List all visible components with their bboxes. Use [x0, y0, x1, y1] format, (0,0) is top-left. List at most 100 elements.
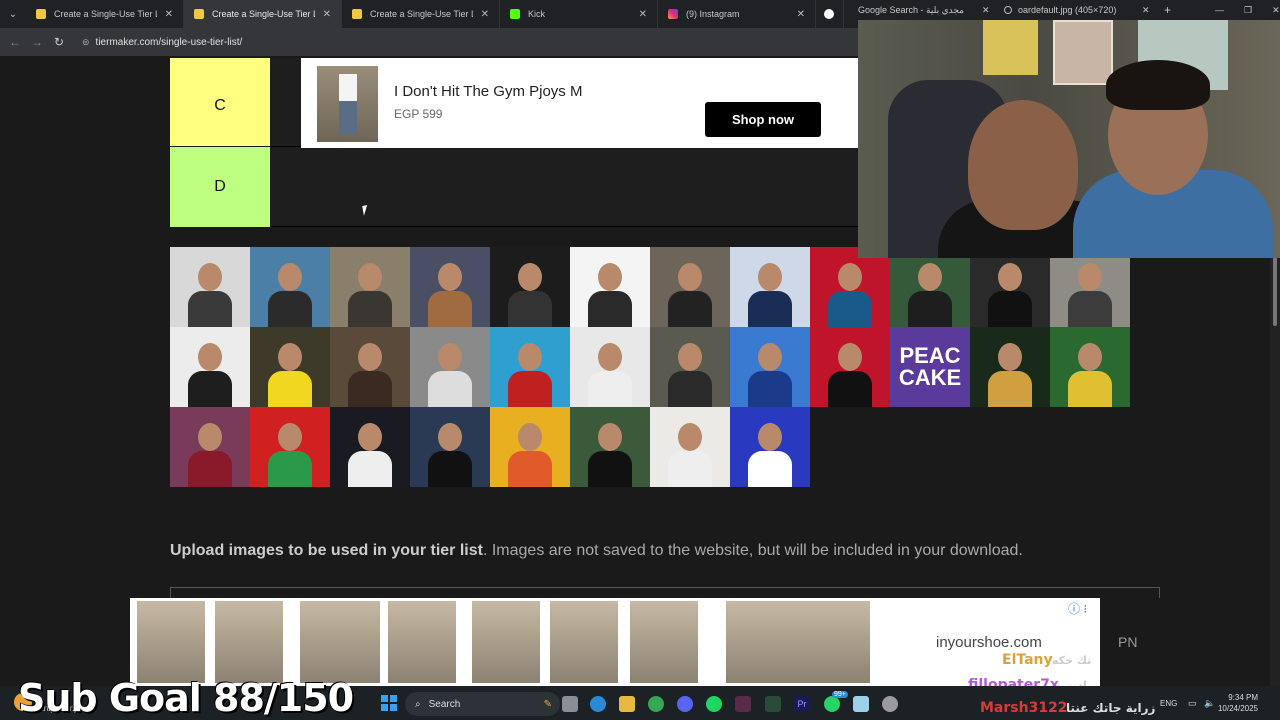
- close-tab-icon[interactable]: ✕: [1142, 5, 1154, 16]
- tab-instagram[interactable]: (9) Instagram ✕: [658, 0, 816, 28]
- draggable-image-tile[interactable]: [650, 247, 730, 327]
- draggable-image-tile[interactable]: [730, 247, 810, 327]
- app-icon[interactable]: [765, 696, 781, 712]
- file-explorer-icon[interactable]: [619, 696, 635, 712]
- draggable-image-tile[interactable]: [730, 327, 810, 407]
- new-tab-icon[interactable]: +: [1164, 3, 1171, 17]
- draggable-image-tile[interactable]: [570, 327, 650, 407]
- tab-image[interactable]: oardefault.jpg (405×720): [1018, 5, 1142, 15]
- task-view-icon[interactable]: [562, 696, 578, 712]
- tile-person-head: [598, 423, 622, 451]
- url-field[interactable]: ⊜ tiermaker.com/single-use-tier-list/: [82, 31, 242, 53]
- draggable-image-tile[interactable]: [490, 247, 570, 327]
- shop-now-button[interactable]: Shop now: [705, 102, 821, 137]
- tab-google-search[interactable]: Google Search - مجدي بلية: [858, 5, 982, 16]
- ad-title[interactable]: I Don't Hit The Gym Pjoys M: [394, 83, 582, 100]
- draggable-image-tile[interactable]: [890, 247, 970, 327]
- ad-info-icon[interactable]: ⓘ ⁝: [1068, 600, 1087, 617]
- draggable-image-tile[interactable]: [730, 407, 810, 487]
- draggable-image-tile[interactable]: [970, 327, 1050, 407]
- close-tab-icon[interactable]: ✕: [481, 9, 489, 20]
- tab-search-chevron-icon[interactable]: ⌄: [0, 0, 26, 28]
- obs-icon[interactable]: [882, 696, 898, 712]
- notepad-icon[interactable]: [853, 696, 869, 712]
- tier-label-c[interactable]: C: [170, 66, 270, 146]
- app-icon[interactable]: [735, 696, 751, 712]
- ad-product-thumbnail[interactable]: [388, 601, 456, 683]
- minimize-icon[interactable]: —: [1215, 5, 1224, 15]
- draggable-image-tile[interactable]: [570, 407, 650, 487]
- draggable-image-tile[interactable]: [410, 247, 490, 327]
- close-tab-icon[interactable]: ✕: [982, 5, 994, 16]
- draggable-image-tile[interactable]: [570, 247, 650, 327]
- draggable-image-tile[interactable]: [650, 407, 730, 487]
- close-window-icon[interactable]: ✕: [1272, 5, 1280, 16]
- input-language[interactable]: ENG: [1160, 699, 1177, 708]
- tile-person-body: [188, 451, 232, 487]
- tier-label-d[interactable]: D: [170, 147, 270, 227]
- ad-product-thumbnail[interactable]: [550, 601, 618, 683]
- ad-product-thumbnail[interactable]: [300, 601, 380, 683]
- discord-icon[interactable]: [677, 696, 693, 712]
- draggable-image-tile[interactable]: [490, 327, 570, 407]
- chrome-icon[interactable]: [648, 696, 664, 712]
- tier-row-d[interactable]: [270, 147, 858, 227]
- site-info-icon[interactable]: ⊜: [82, 37, 90, 48]
- draggable-image-tile[interactable]: [250, 247, 330, 327]
- draggable-image-tile[interactable]: [170, 247, 250, 327]
- draggable-image-tile[interactable]: [410, 407, 490, 487]
- draggable-image-tile[interactable]: [330, 407, 410, 487]
- ad-product-thumbnail[interactable]: [630, 601, 698, 683]
- ad-product-image[interactable]: [317, 66, 378, 142]
- draggable-image-tile[interactable]: PEAC CAKE: [890, 327, 970, 407]
- close-tab-icon[interactable]: ✕: [165, 9, 173, 20]
- draggable-image-tile[interactable]: [650, 327, 730, 407]
- draggable-image-tile[interactable]: [810, 247, 890, 327]
- close-tab-icon[interactable]: ✕: [639, 9, 647, 20]
- network-icon[interactable]: ▭: [1188, 698, 1197, 709]
- draggable-image-tile[interactable]: [1050, 327, 1130, 407]
- tab-google[interactable]: [816, 0, 844, 28]
- draggable-image-tile[interactable]: [970, 247, 1050, 327]
- whatsapp-icon[interactable]: [824, 696, 840, 712]
- draggable-image-tile[interactable]: [250, 407, 330, 487]
- tab-tiermaker-1[interactable]: Create a Single-Use Tier List (P ✕: [26, 0, 184, 28]
- taskbar-search[interactable]: ⌕ Search ✎: [405, 692, 560, 716]
- ad-product-thumbnail[interactable]: [802, 601, 870, 683]
- reload-icon[interactable]: ↻: [48, 35, 70, 49]
- draggable-image-tile[interactable]: [1050, 247, 1130, 327]
- tile-person-body: [508, 291, 552, 327]
- tab-tiermaker-3[interactable]: Create a Single-Use Tier List (P ✕: [342, 0, 500, 28]
- ad-domain[interactable]: inyourshoe.com: [936, 634, 1042, 651]
- ad-product-thumbnail[interactable]: [726, 601, 806, 683]
- ad-product-thumbnail[interactable]: [472, 601, 540, 683]
- back-arrow-icon[interactable]: ←: [4, 35, 26, 49]
- close-tab-icon[interactable]: ✕: [323, 9, 331, 20]
- draggable-image-tile[interactable]: [250, 327, 330, 407]
- maximize-icon[interactable]: ❐: [1244, 5, 1252, 16]
- ad-product-thumbnail[interactable]: [215, 601, 283, 683]
- volume-icon[interactable]: 🔈: [1204, 698, 1215, 709]
- draggable-image-tile[interactable]: [330, 327, 410, 407]
- windows-start-icon[interactable]: [381, 695, 397, 711]
- bottom-banner-ad[interactable]: inyourshoe.com ⓘ ⁝: [130, 598, 1100, 686]
- close-tab-icon[interactable]: ✕: [797, 9, 805, 20]
- shopping-ad[interactable]: I Don't Hit The Gym Pjoys M EGP 599 Shop…: [301, 58, 858, 148]
- draggable-image-tile[interactable]: [170, 407, 250, 487]
- draggable-image-tile[interactable]: [410, 327, 490, 407]
- tab-kick[interactable]: Kick ✕: [500, 0, 658, 28]
- spotify-icon[interactable]: [706, 696, 722, 712]
- draggable-image-tile[interactable]: [170, 327, 250, 407]
- ad-product-thumbnail[interactable]: [137, 601, 205, 683]
- edge-icon[interactable]: [590, 696, 606, 712]
- system-clock[interactable]: 9:34 PM 10/24/2025: [1218, 692, 1258, 714]
- upload-dropzone[interactable]: [170, 587, 1160, 598]
- tab-tiermaker-2-active[interactable]: Create a Single-Use Tier List (P ✕: [184, 0, 342, 28]
- draggable-image-tile[interactable]: [330, 247, 410, 327]
- draggable-image-tile[interactable]: [490, 407, 570, 487]
- draggable-image-tile[interactable]: [810, 327, 890, 407]
- tab-title: Create a Single-Use Tier List (P: [54, 9, 157, 19]
- premiere-icon[interactable]: Pr: [794, 696, 810, 712]
- forward-arrow-icon[interactable]: →: [26, 35, 48, 49]
- scrollbar-thumb[interactable]: [1273, 256, 1277, 326]
